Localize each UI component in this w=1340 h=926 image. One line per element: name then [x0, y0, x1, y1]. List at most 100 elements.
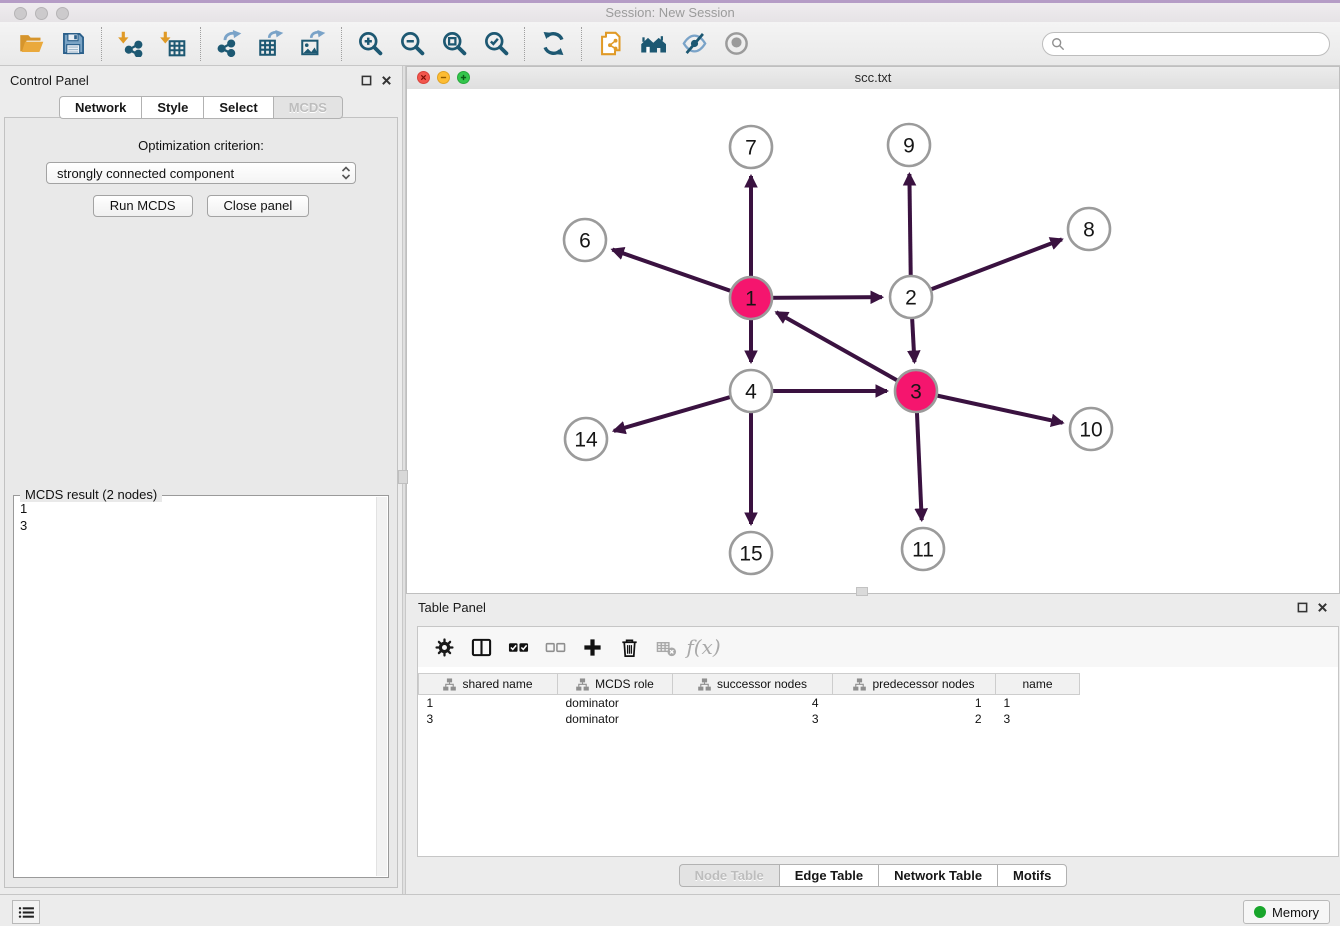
run-mcds-button[interactable]: Run MCDS: [93, 195, 193, 217]
column-type-icon: [698, 678, 711, 691]
import-network-button[interactable]: [115, 29, 145, 59]
search-input[interactable]: [1071, 35, 1321, 52]
tab-node-table[interactable]: Node Table: [679, 864, 779, 887]
node-label: 15: [739, 543, 762, 566]
column-header-name[interactable]: name: [996, 674, 1080, 695]
column-header-mcds-role[interactable]: MCDS role: [558, 674, 673, 695]
network-canvas[interactable]: 1 2 3 4 6 7 8 9 10 11 14 15: [407, 89, 1339, 593]
float-table-panel-icon[interactable]: [1297, 602, 1308, 613]
memory-button[interactable]: Memory: [1243, 900, 1330, 924]
panel-menu-button[interactable]: [12, 900, 40, 924]
cell-successor-nodes[interactable]: 4: [673, 695, 833, 712]
graph-node-14[interactable]: 14: [565, 418, 607, 460]
split-columns-icon: [471, 637, 492, 658]
select-all-check-button[interactable]: [500, 633, 537, 661]
cell-mcds-role[interactable]: dominator: [558, 711, 673, 727]
network-view-window: scc.txt 1 2 3 4 6 7 8 9 10 11 14 15: [406, 66, 1340, 594]
cell-predecessor-nodes[interactable]: 2: [833, 711, 996, 727]
splitter-grip[interactable]: [398, 470, 408, 484]
toolbar-separator: [581, 27, 582, 61]
export-table-button[interactable]: [256, 29, 286, 59]
graph-node-7[interactable]: 7: [730, 126, 772, 168]
node-label: 11: [912, 539, 934, 562]
close-panel-icon[interactable]: [381, 75, 392, 86]
criterion-dropdown[interactable]: strongly connected component: [46, 162, 356, 184]
zoom-fit-button[interactable]: [439, 29, 469, 59]
cell-shared-name[interactable]: 3: [419, 711, 558, 727]
node-label: 2: [905, 287, 917, 310]
graph-node-8[interactable]: 8: [1068, 208, 1110, 250]
graph-node-11[interactable]: 11: [902, 528, 944, 570]
save-session-icon: [60, 30, 87, 57]
deselect-all-icon: [545, 637, 566, 658]
zoom-in-button[interactable]: [355, 29, 385, 59]
cell-successor-nodes[interactable]: 3: [673, 711, 833, 727]
network-window-titlebar[interactable]: scc.txt: [407, 67, 1339, 90]
cell-predecessor-nodes[interactable]: 1: [833, 695, 996, 712]
window-title: Session: New Session: [0, 5, 1340, 20]
tab-network-table[interactable]: Network Table: [878, 864, 997, 887]
cell-mcds-role[interactable]: dominator: [558, 695, 673, 712]
tab-style[interactable]: Style: [141, 96, 203, 119]
cell-name[interactable]: 3: [996, 711, 1080, 727]
table-row-1[interactable]: 1dominator411: [419, 695, 1080, 712]
mcds-result-scrollbar[interactable]: [376, 497, 387, 876]
search-box[interactable]: [1042, 32, 1330, 56]
tab-network[interactable]: Network: [59, 96, 141, 119]
network-minimize-button[interactable]: [437, 71, 450, 84]
list-menu-icon: [18, 906, 35, 919]
settings-gear-button[interactable]: [426, 633, 463, 661]
graph-node-9[interactable]: 9: [888, 124, 930, 166]
split-columns-button[interactable]: [463, 633, 500, 661]
tab-edge-table[interactable]: Edge Table: [779, 864, 878, 887]
column-header-predecessor-nodes[interactable]: predecessor nodes: [833, 674, 996, 695]
node-label: 7: [745, 137, 757, 160]
home-view-button[interactable]: [637, 29, 667, 59]
add-column-button[interactable]: [574, 633, 611, 661]
cell-shared-name[interactable]: 1: [419, 695, 558, 712]
graph-node-15[interactable]: 15: [730, 532, 772, 574]
cell-name[interactable]: 1: [996, 695, 1080, 712]
delete-column-button[interactable]: [611, 633, 648, 661]
graph-node-10[interactable]: 10: [1070, 408, 1112, 450]
search-icon: [1051, 37, 1065, 51]
table-row-2[interactable]: 3dominator323: [419, 711, 1080, 727]
export-network-button[interactable]: [214, 29, 244, 59]
tab-motifs[interactable]: Motifs: [997, 864, 1067, 887]
graph-node-3[interactable]: 3: [895, 370, 937, 412]
refresh-layout-button[interactable]: [538, 29, 568, 59]
graph-node-4[interactable]: 4: [730, 370, 772, 412]
mcds-result-box: MCDS result (2 nodes) 1 3: [13, 495, 389, 878]
zoom-selected-button[interactable]: [481, 29, 511, 59]
edge-3-10[interactable]: [916, 391, 1063, 423]
close-table-panel-icon[interactable]: [1317, 602, 1328, 613]
hide-details-button[interactable]: [679, 29, 709, 59]
graph-node-2[interactable]: 2: [890, 276, 932, 318]
float-panel-icon[interactable]: [361, 75, 372, 86]
toolbar-separator: [101, 27, 102, 61]
edge-3-1[interactable]: [776, 312, 916, 391]
zoom-out-button[interactable]: [397, 29, 427, 59]
column-label: predecessor nodes: [872, 677, 974, 691]
save-session-button[interactable]: [58, 29, 88, 59]
graph-node-6[interactable]: 6: [564, 219, 606, 261]
birds-eye-button[interactable]: [721, 29, 751, 59]
tab-select[interactable]: Select: [203, 96, 272, 119]
import-table-button[interactable]: [157, 29, 187, 59]
tab-mcds[interactable]: MCDS: [273, 96, 343, 119]
column-header-successor-nodes[interactable]: successor nodes: [673, 674, 833, 695]
node-label: 1: [745, 288, 757, 311]
column-header-shared-name[interactable]: shared name: [419, 674, 558, 695]
network-close-button[interactable]: [417, 71, 430, 84]
open-file-button[interactable]: [16, 29, 46, 59]
deselect-all-button[interactable]: [537, 633, 574, 661]
network-maximize-button[interactable]: [457, 71, 470, 84]
close-panel-button[interactable]: Close panel: [207, 195, 310, 217]
copy-network-button[interactable]: [595, 29, 625, 59]
edge-2-8[interactable]: [911, 239, 1062, 297]
mcds-panel: Optimization criterion: strongly connect…: [4, 117, 398, 888]
graph-node-1[interactable]: 1: [730, 277, 772, 319]
export-image-button[interactable]: [298, 29, 328, 59]
mcds-result-text[interactable]: 1 3: [16, 498, 375, 875]
horizontal-splitter-grip[interactable]: [856, 587, 868, 596]
